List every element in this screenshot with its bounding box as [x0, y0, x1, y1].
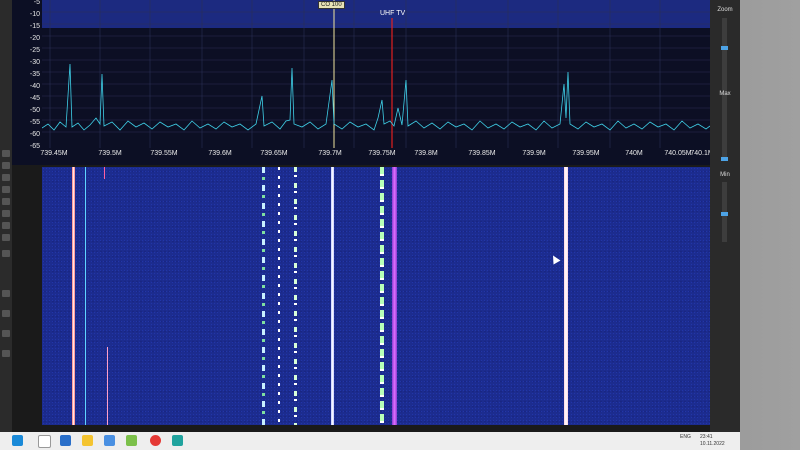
freq-label: 740.05M	[664, 150, 692, 157]
freq-label: 739.5M	[98, 150, 122, 157]
toolbar-button[interactable]	[2, 162, 10, 169]
tray-time[interactable]: 23:41	[700, 434, 713, 440]
toolbar-button[interactable]	[2, 234, 10, 241]
waterfall-signal	[85, 167, 86, 425]
db-label: -5	[33, 0, 40, 6]
waterfall-display[interactable]	[42, 167, 710, 425]
toolbar-button[interactable]	[2, 150, 10, 157]
freq-label: 739.55M	[150, 150, 178, 157]
freq-label: 739.75M	[368, 150, 396, 157]
db-label: -55	[29, 119, 40, 126]
db-label: -10	[29, 11, 40, 18]
freq-label: 739.9M	[522, 150, 546, 157]
tray-language[interactable]: ENG	[680, 434, 691, 440]
toolbar-button[interactable]	[2, 198, 10, 205]
spectrum-display[interactable]: -5 -10 -15 -20 -25 -30 -35 -40 -45 -50 -…	[12, 0, 714, 165]
waterfall-signal	[104, 167, 105, 179]
waterfall-signal	[107, 347, 108, 425]
db-label: -15	[29, 23, 40, 30]
waterfall-signal-burst	[294, 167, 297, 425]
band-label: UHF TV	[380, 10, 406, 17]
waterfall-signal-center	[331, 167, 334, 425]
freq-label: 739.65M	[260, 150, 288, 157]
freq-label: 739.85M	[468, 150, 496, 157]
zoom-slider-thumb[interactable]	[721, 46, 728, 50]
toolbar-button[interactable]	[2, 186, 10, 193]
db-label: -40	[29, 83, 40, 90]
zoom-slider[interactable]	[722, 18, 727, 158]
waterfall-signal-strong	[564, 167, 568, 425]
spectrum-plot[interactable]	[42, 0, 710, 148]
waterfall-signal-red	[72, 167, 75, 425]
app-icon[interactable]	[126, 435, 137, 446]
marker-tag[interactable]: CO 100	[318, 1, 345, 9]
max-slider-thumb[interactable]	[721, 157, 728, 161]
freq-label: 739.8M	[414, 150, 438, 157]
start-icon[interactable]	[12, 435, 23, 446]
left-toolbar	[0, 0, 12, 432]
min-label: Min	[720, 172, 730, 178]
freq-label: 739.6M	[208, 150, 232, 157]
file-explorer-icon[interactable]	[82, 435, 93, 446]
toolbar-button[interactable]	[2, 350, 10, 357]
freq-label: 739.7M	[318, 150, 342, 157]
freq-label: 739.45M	[40, 150, 68, 157]
min-slider-thumb[interactable]	[721, 212, 728, 216]
sdr-screen: -5 -10 -15 -20 -25 -30 -35 -40 -45 -50 -…	[0, 0, 740, 432]
windows-taskbar: ENG 23:41 10.11.2022	[0, 432, 740, 450]
db-label: -30	[29, 59, 40, 66]
db-label: -45	[29, 95, 40, 102]
edge-browser-icon[interactable]	[60, 435, 71, 446]
toolbar-button[interactable]	[2, 290, 10, 297]
toolbar-button[interactable]	[2, 250, 10, 257]
freq-label: 740M	[625, 150, 643, 157]
frequency-axis: 739.45M 739.5M 739.55M 739.6M 739.65M 73…	[40, 150, 713, 162]
zoom-label: Zoom	[717, 7, 733, 13]
toolbar-button[interactable]	[2, 310, 10, 317]
toolbar-button[interactable]	[2, 174, 10, 181]
right-panel: Zoom Max Min	[710, 0, 740, 432]
waterfall-signal-burst	[380, 167, 384, 425]
freq-label: 739.95M	[572, 150, 600, 157]
db-label: -60	[29, 131, 40, 138]
mouse-cursor-icon	[549, 253, 561, 265]
app-icon[interactable]	[104, 435, 115, 446]
tray-date[interactable]: 10.11.2022	[700, 441, 725, 447]
toolbar-button[interactable]	[2, 330, 10, 337]
opera-icon[interactable]	[150, 435, 161, 446]
waterfall-signal-burst	[262, 167, 265, 425]
db-label: -35	[29, 71, 40, 78]
toolbar-button[interactable]	[2, 210, 10, 217]
db-label: -20	[29, 35, 40, 42]
db-label: -25	[29, 47, 40, 54]
db-label: -65	[29, 143, 40, 150]
search-icon[interactable]	[38, 435, 51, 448]
waterfall-signal-burst	[278, 167, 280, 425]
db-label: -50	[29, 107, 40, 114]
sdr-app-icon[interactable]	[172, 435, 183, 446]
max-label: Max	[719, 91, 731, 97]
toolbar-button[interactable]	[2, 222, 10, 229]
waterfall-signal-purple	[392, 167, 397, 425]
